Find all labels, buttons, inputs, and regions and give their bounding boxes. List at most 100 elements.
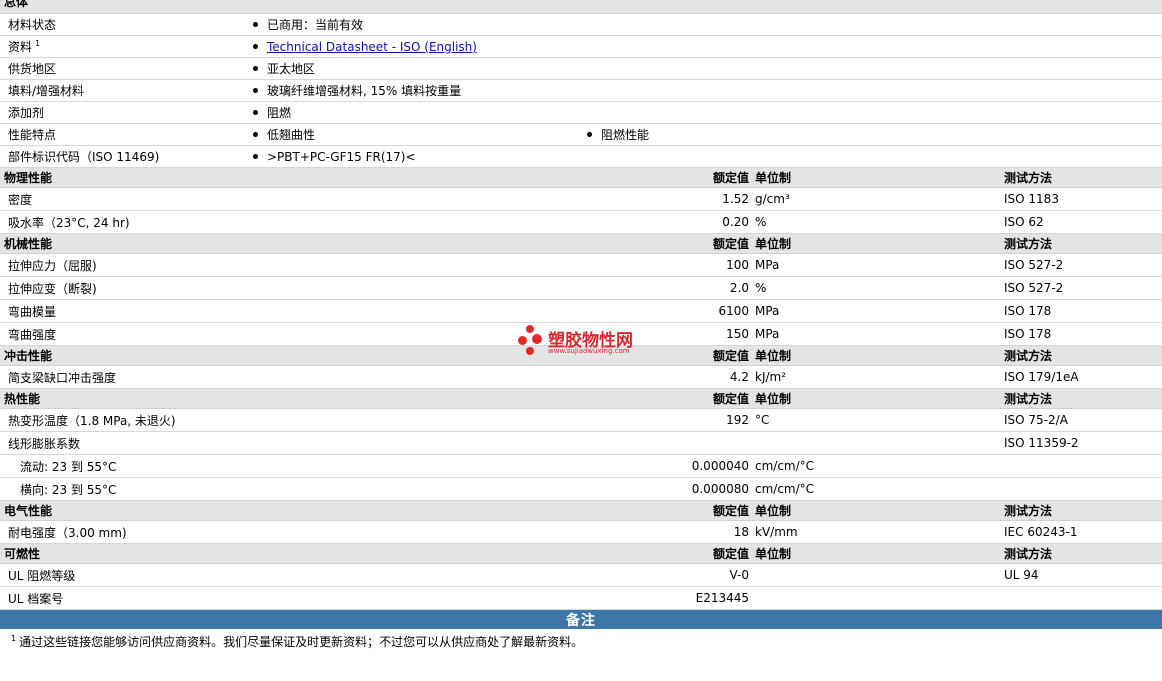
row-value: 玻璃纤维增强材料, 15% 填料按重量	[253, 80, 461, 101]
property-method: IEC 60243-1	[1004, 525, 1078, 539]
property-unit: kV/mm	[755, 525, 798, 539]
property-label: UL 档案号	[8, 591, 64, 606]
section-header: 热性能 额定值 单位制 测试方法	[0, 389, 1162, 409]
column-header-value: 额定值	[712, 349, 749, 363]
row-label: 资料 1	[8, 36, 40, 57]
column-header-unit: 单位制	[755, 349, 792, 363]
property-label: 横向: 23 到 55°C	[20, 482, 117, 497]
row-value-text: 亚太地区	[267, 62, 316, 76]
column-header-value: 额定值	[712, 392, 749, 406]
row-value: 已商用：当前有效	[253, 14, 363, 35]
property-method: ISO 75-2/A	[1004, 413, 1068, 427]
row-value: 亚太地区	[253, 58, 315, 79]
bullet-icon	[253, 22, 258, 27]
bullet-icon	[253, 154, 258, 159]
row-label-text: 资料	[8, 40, 33, 54]
property-value: 0.000040	[691, 459, 749, 473]
property-row: 拉伸应变（断裂) 2.0% ISO 527-2	[0, 277, 1162, 300]
notes-header: 备注	[0, 610, 1162, 629]
property-label: 简支梁缺口冲击强度	[8, 370, 117, 385]
datasheet-table: 总体 材料状态 已商用：当前有效 资料 1 Technical Datasheet - I…	[0, 0, 1162, 653]
property-row: 弯曲模量 6100 MPa ISO 178	[0, 300, 1162, 323]
row-value-text: 已商用：当前有效	[267, 18, 364, 32]
row-value: 阻燃性能	[587, 124, 649, 145]
datasheet-link[interactable]: Technical Datasheet - ISO (English)	[267, 40, 477, 54]
property-label: 热变形温度（1.8 MPa, 未退火)	[8, 413, 176, 428]
section-header: 可燃性 额定值 单位制 测试方法	[0, 544, 1162, 564]
property-method: ISO 527-2	[1004, 281, 1064, 295]
property-label: 拉伸应力（屈服)	[8, 258, 97, 273]
row-value: Technical Datasheet - ISO (English)	[253, 36, 477, 57]
general-row: 性能特点 低翘曲性 阻燃性能	[0, 124, 1162, 146]
section-title: 冲击性能	[4, 349, 53, 363]
property-value: 192	[726, 413, 749, 427]
column-header-method: 测试方法	[1004, 237, 1053, 251]
property-method: ISO 178	[1004, 327, 1052, 341]
property-unit: cm/cm/°C	[755, 459, 815, 473]
property-method: ISO 179/1eA	[1004, 370, 1079, 384]
row-value-text: >PBT+PC-GF15 FR(17)<	[267, 149, 416, 164]
general-row: 添加剂 阻燃	[0, 102, 1162, 124]
general-row: 材料状态 已商用：当前有效	[0, 14, 1162, 36]
bullet-icon	[253, 88, 258, 93]
row-label: 填料/增强材料	[8, 80, 84, 101]
column-header-method: 测试方法	[1004, 547, 1053, 561]
property-value: V-0	[729, 568, 749, 582]
row-label: 部件标识代码（ISO 11469)	[8, 146, 159, 167]
column-header-value: 额定值	[712, 504, 749, 518]
row-value-text: 阻燃性能	[601, 128, 650, 142]
property-method: UL 94	[1004, 568, 1039, 582]
property-row: 拉伸应力（屈服) 100 MPa ISO 527-2	[0, 254, 1162, 277]
column-header-method: 测试方法	[1004, 349, 1053, 363]
property-row: 热变形温度（1.8 MPa, 未退火) 192 °C ISO 75-2/A	[0, 409, 1162, 432]
bullet-icon	[253, 132, 258, 137]
property-value: 0.20	[722, 215, 749, 229]
property-row: UL 阻燃等级 V-0 UL 94	[0, 564, 1162, 587]
property-value: 150	[726, 327, 749, 341]
property-unit: %	[755, 215, 767, 229]
property-unit: cm/cm/°C	[755, 482, 815, 496]
bullet-icon	[253, 110, 258, 115]
column-header-method: 测试方法	[1004, 392, 1053, 406]
column-header-unit: 单位制	[755, 547, 792, 561]
column-header-unit: 单位制	[755, 504, 792, 518]
section-header: 冲击性能 额定值 单位制 测试方法	[0, 346, 1162, 366]
row-label-text: 性能特点	[8, 128, 57, 142]
footnote-text: 通过这些链接您能够访问供应商资料。我们尽量保证及时更新资料；不过您可以从供应商处…	[19, 634, 584, 649]
property-value: 100	[726, 258, 749, 272]
row-value: >PBT+PC-GF15 FR(17)<	[253, 146, 416, 167]
row-value-text: 阻燃	[267, 106, 292, 120]
property-value: 6100	[718, 304, 749, 318]
section-title: 可燃性	[4, 547, 41, 561]
column-header-unit: 单位制	[755, 171, 792, 185]
property-unit: g/cm³	[755, 192, 790, 206]
row-label-text: 部件标识代码（ISO 11469)	[8, 150, 160, 164]
row-label-text: 添加剂	[8, 106, 45, 120]
property-row: 流动: 23 到 55°C 0.000040 cm/cm/°C	[0, 455, 1162, 478]
section-header: 物理性能 额定值 单位制 测试方法	[0, 168, 1162, 188]
property-value: 4.2	[729, 370, 749, 384]
property-value: 18	[733, 525, 749, 539]
property-unit: MPa	[755, 304, 780, 318]
general-row: 部件标识代码（ISO 11469) >PBT+PC-GF15 FR(17)<	[0, 146, 1162, 168]
bullet-icon	[253, 66, 258, 71]
property-unit: °C	[755, 413, 770, 427]
footnote: 1 通过这些链接您能够访问供应商资料。我们尽量保证及时更新资料；不过您可以从供应商…	[0, 629, 1162, 653]
bullet-icon	[587, 132, 592, 137]
property-row: 弯曲强度 150 MPa ISO 178	[0, 323, 1162, 346]
property-row: 横向: 23 到 55°C 0.000080 cm/cm/°C	[0, 478, 1162, 501]
property-label: 拉伸应变（断裂)	[8, 281, 97, 296]
property-label: 弯曲模量	[8, 304, 57, 319]
row-label: 添加剂	[8, 102, 44, 123]
row-value: 低翘曲性	[253, 124, 315, 145]
property-label: 密度	[8, 192, 33, 207]
row-value: 阻燃	[253, 102, 291, 123]
property-row: 线形膨胀系数 ISO 11359-2	[0, 432, 1162, 455]
section-title: 机械性能	[4, 237, 53, 251]
property-method: ISO 62	[1004, 215, 1044, 229]
column-header-value: 额定值	[712, 547, 749, 561]
property-method: ISO 11359-2	[1004, 436, 1079, 450]
property-label: 流动: 23 到 55°C	[20, 459, 117, 474]
column-header-unit: 单位制	[755, 237, 792, 251]
row-label: 性能特点	[8, 124, 56, 145]
